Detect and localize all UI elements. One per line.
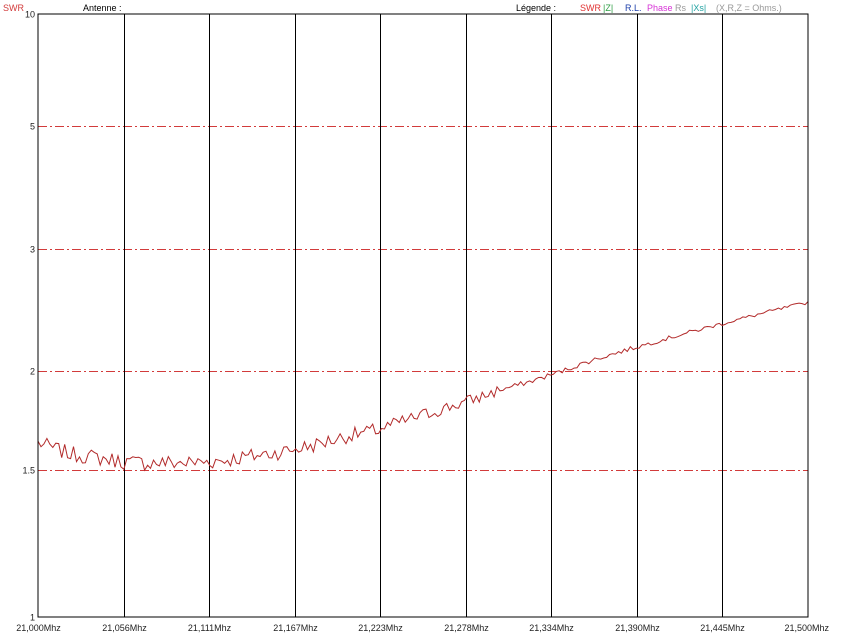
x-tick-label: 21,000Mhz (16, 623, 61, 633)
legend-label: Légende : (516, 3, 556, 13)
y-tick-label: 5 (30, 122, 35, 132)
y-tick-label: 10 (25, 10, 35, 20)
x-tick-label: 21,111Mhz (188, 623, 232, 633)
x-tick-label: 21,334Mhz (529, 623, 574, 633)
x-tick-label: 21,167Mhz (273, 623, 318, 633)
y-tick-label: 1 (30, 613, 35, 623)
x-tick-label: 21,445Mhz (700, 623, 745, 633)
legend-rl: R.L. (625, 3, 642, 13)
y-tick-label: 3 (30, 245, 35, 255)
swr-chart: SWR Antenne : Légende : SWR |Z| R.L. Pha… (0, 0, 850, 637)
mode-label: SWR (3, 3, 24, 13)
legend-z: |Z| (603, 3, 613, 13)
x-tick-label: 21,056Mhz (102, 623, 147, 633)
legend-xs: |Xs| (691, 3, 706, 13)
x-tick-label: 21,390Mhz (615, 623, 660, 633)
x-tick-label: 21,223Mhz (358, 623, 403, 633)
legend-swr: SWR (580, 3, 601, 13)
antenna-label: Antenne : (83, 3, 122, 13)
legend-rs: Rs (675, 3, 686, 13)
y-tick-label: 2 (30, 367, 35, 377)
y-tick-label: 1.5 (22, 466, 35, 476)
x-tick-label: 21,500Mhz (784, 623, 829, 633)
legend-phase: Phase (647, 3, 673, 13)
legend: SWR |Z| R.L. Phase Rs |Xs| (X,R,Z = Ohms… (580, 3, 782, 13)
legend-units: (X,R,Z = Ohms.) (716, 3, 782, 13)
x-tick-label: 21,278Mhz (444, 623, 489, 633)
